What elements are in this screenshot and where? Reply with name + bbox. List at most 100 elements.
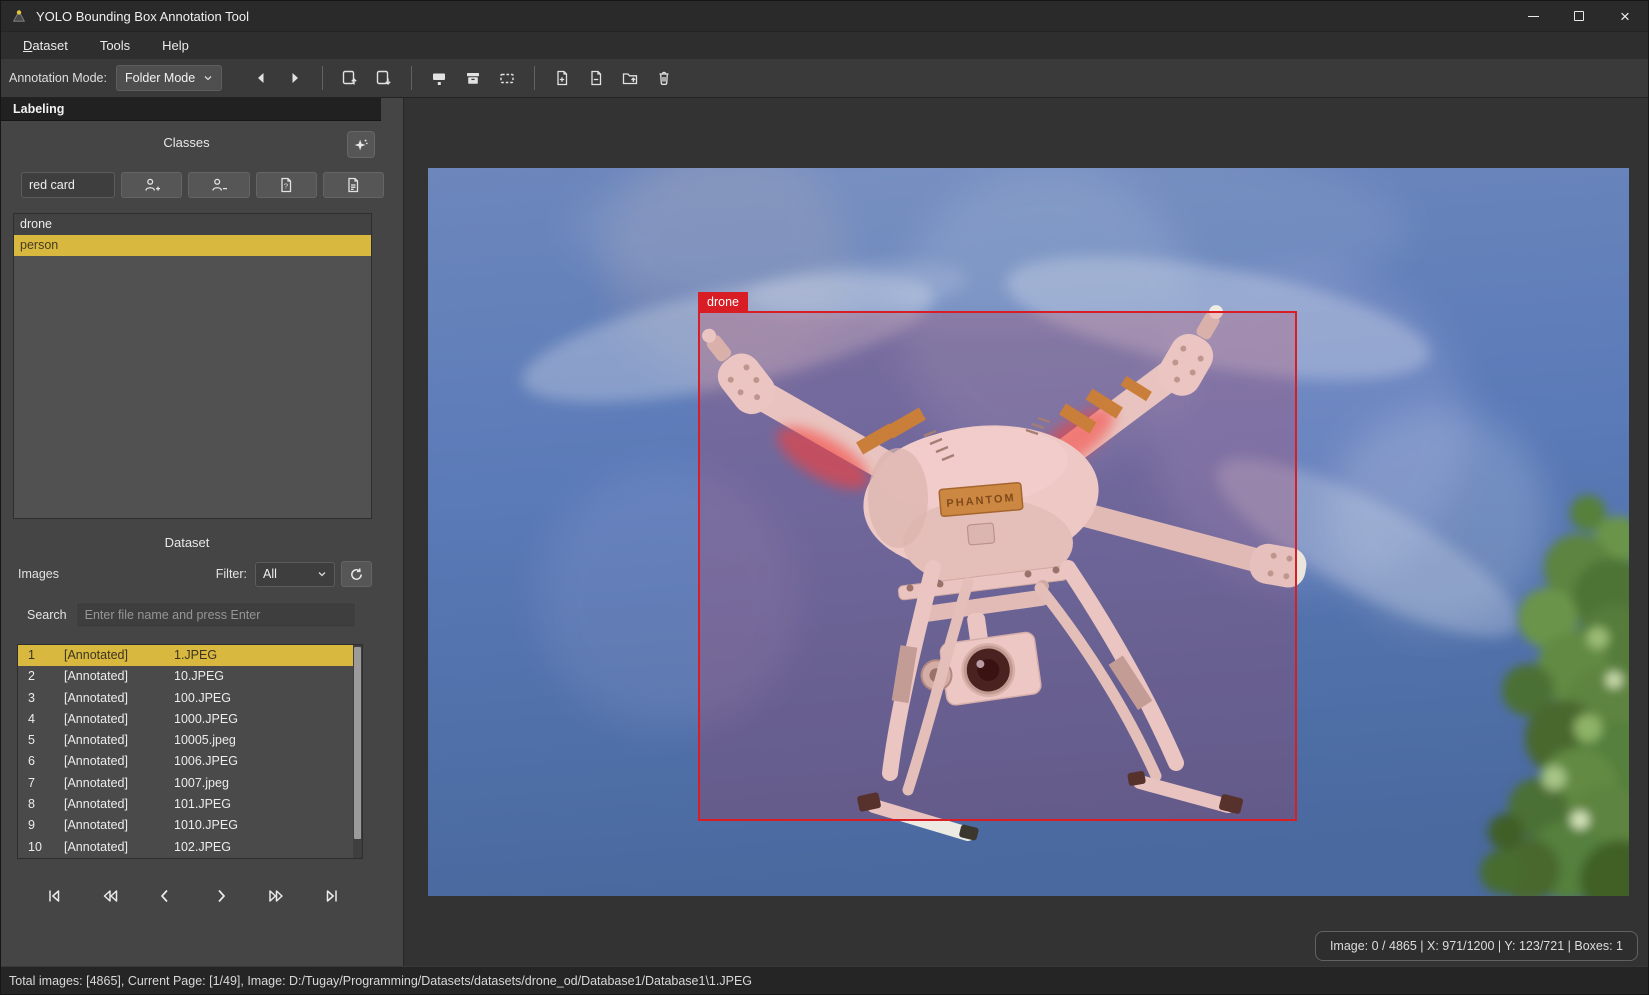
rewind-icon xyxy=(100,886,120,906)
file-plus-icon xyxy=(553,69,571,87)
image-list-item[interactable]: 2[Annotated]10.JPEG xyxy=(18,666,353,687)
remove-class-button[interactable] xyxy=(188,172,249,198)
dashed-box-icon xyxy=(498,69,516,87)
box-arrow-down-icon xyxy=(375,69,393,87)
first-page-icon xyxy=(44,886,64,906)
cursor-status: Image: 0 / 4865 | X: 971/1200 | Y: 123/7… xyxy=(1315,931,1638,961)
filter-value: All xyxy=(263,567,317,581)
image-list-item[interactable]: 3[Annotated]100.JPEG xyxy=(18,688,353,709)
app-window: YOLO Bounding Box Annotation Tool × Data… xyxy=(0,0,1649,995)
pagination xyxy=(41,883,345,909)
bounding-box[interactable]: drone xyxy=(698,311,1297,821)
svg-text:?: ? xyxy=(284,182,288,191)
forward-button[interactable] xyxy=(263,883,289,909)
image-list-item[interactable]: 10[Annotated]102.JPEG xyxy=(18,837,353,858)
annotation-mode-select[interactable]: Folder Mode xyxy=(116,65,222,91)
next-page-button[interactable] xyxy=(208,883,234,909)
search-input[interactable] xyxy=(76,602,356,628)
menubar: Dataset Tools Help xyxy=(1,31,1648,59)
export-box-button[interactable] xyxy=(333,63,367,93)
titlebar: YOLO Bounding Box Annotation Tool × xyxy=(1,1,1648,31)
add-class-button[interactable] xyxy=(121,172,182,198)
class-item[interactable]: drone xyxy=(14,214,371,235)
image-list-item[interactable]: 6[Annotated]1006.JPEG xyxy=(18,751,353,772)
image-viewport[interactable]: PHANTOM xyxy=(428,168,1629,896)
maximize-icon xyxy=(1574,11,1584,21)
person-minus-icon xyxy=(210,176,228,194)
labeling-sidebar: Labeling Classes ? droneperson Dataset I… xyxy=(1,98,404,966)
open-folder-button[interactable] xyxy=(613,63,647,93)
prev-page-button[interactable] xyxy=(152,883,178,909)
toolbar: Annotation Mode: Folder Mode xyxy=(1,59,1648,98)
arrow-right-icon xyxy=(287,70,303,86)
bounding-box-label: drone xyxy=(698,292,748,313)
image-list: 1[Annotated]1.JPEG2[Annotated]10.JPEG3[A… xyxy=(18,645,353,858)
file-minus-icon xyxy=(587,69,605,87)
image-list-item[interactable]: 4[Annotated]1000.JPEG xyxy=(18,709,353,730)
import-box-button[interactable] xyxy=(367,63,401,93)
rewind-button[interactable] xyxy=(97,883,123,909)
refresh-button[interactable] xyxy=(341,561,372,587)
refresh-icon xyxy=(349,567,364,582)
toolbar-separator xyxy=(411,66,412,90)
add-file-button[interactable] xyxy=(545,63,579,93)
menu-help[interactable]: Help xyxy=(146,32,205,59)
minimize-icon xyxy=(1528,16,1539,17)
archive-box-icon xyxy=(464,69,482,87)
archive-button[interactable] xyxy=(456,63,490,93)
prev-image-button[interactable] xyxy=(244,63,278,93)
chevron-down-icon xyxy=(203,73,213,83)
arrow-left-icon xyxy=(253,70,269,86)
filter-label: Filter: xyxy=(216,567,247,581)
chevron-right-icon xyxy=(211,886,231,906)
last-page-icon xyxy=(322,886,342,906)
label-display-icon xyxy=(430,69,448,87)
image-list-item[interactable]: 1[Annotated]1.JPEG xyxy=(18,645,353,666)
classes-section-title: Classes xyxy=(1,135,372,150)
close-button[interactable]: × xyxy=(1602,1,1648,31)
first-page-button[interactable] xyxy=(41,883,67,909)
chevron-left-icon xyxy=(155,886,175,906)
image-list-item[interactable]: 8[Annotated]101.JPEG xyxy=(18,794,353,815)
close-icon: × xyxy=(1620,8,1630,25)
remove-file-button[interactable] xyxy=(579,63,613,93)
class-list: droneperson xyxy=(13,213,372,519)
import-classes-button[interactable]: ? xyxy=(256,172,317,198)
box-arrow-up-icon xyxy=(341,69,359,87)
image-list-item[interactable]: 5[Annotated]10005.jpeg xyxy=(18,730,353,751)
auto-annotate-button[interactable] xyxy=(347,131,375,158)
menu-dataset[interactable]: Dataset xyxy=(7,32,84,59)
image-list-scrollbar[interactable] xyxy=(353,645,362,858)
filter-select[interactable]: All xyxy=(255,562,335,587)
class-name-input[interactable] xyxy=(21,172,115,198)
class-item[interactable]: person xyxy=(14,235,371,256)
annotation-canvas[interactable]: PHANTOM xyxy=(404,98,1648,966)
chevron-down-icon xyxy=(317,569,327,579)
window-title: YOLO Bounding Box Annotation Tool xyxy=(36,9,249,24)
scrollbar-thumb[interactable] xyxy=(354,647,361,839)
last-page-button[interactable] xyxy=(319,883,345,909)
dataset-section-title: Dataset xyxy=(1,535,373,550)
maximize-button[interactable] xyxy=(1556,1,1602,31)
folder-up-icon xyxy=(621,69,639,87)
minimize-button[interactable] xyxy=(1510,1,1556,31)
image-list-item[interactable]: 7[Annotated]1007.jpeg xyxy=(18,773,353,794)
app-icon xyxy=(11,8,27,24)
annotation-mode-value: Folder Mode xyxy=(125,71,195,85)
export-classes-button[interactable] xyxy=(323,172,384,198)
marquee-button[interactable] xyxy=(490,63,524,93)
show-labels-button[interactable] xyxy=(422,63,456,93)
image-list-item[interactable]: 9[Annotated]1010.JPEG xyxy=(18,815,353,836)
delete-button[interactable] xyxy=(647,63,681,93)
search-label: Search xyxy=(27,608,67,622)
toolbar-separator xyxy=(534,66,535,90)
annotation-mode-label: Annotation Mode: xyxy=(9,71,107,85)
person-plus-icon xyxy=(143,176,161,194)
toolbar-separator xyxy=(322,66,323,90)
menu-tools[interactable]: Tools xyxy=(84,32,146,59)
images-label: Images xyxy=(18,567,59,581)
statusbar: Total images: [4865], Current Page: [1/4… xyxy=(1,966,1648,994)
sparkles-icon xyxy=(353,137,369,153)
next-image-button[interactable] xyxy=(278,63,312,93)
panel-title: Labeling xyxy=(1,98,381,121)
